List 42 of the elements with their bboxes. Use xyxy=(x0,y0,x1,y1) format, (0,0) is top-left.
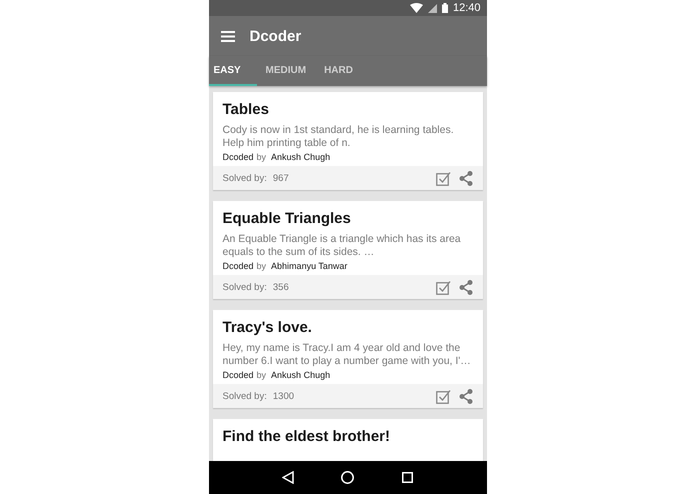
solved-count: 356 xyxy=(272,282,290,292)
dcoded-label: Dcoded xyxy=(222,152,254,162)
wifi-icon xyxy=(410,3,423,13)
by-label: by xyxy=(256,370,266,380)
status-time: 12:40 xyxy=(452,2,480,14)
tab[interactable]: EASY xyxy=(208,56,256,86)
checkbox-icon[interactable] xyxy=(436,280,450,294)
problem-description: An Equable Triangle is a triangle which has its area equals to the sum of its sides. … xyxy=(222,233,462,259)
recents-icon[interactable] xyxy=(402,472,413,483)
author-name: Abhimanyu Tanwar xyxy=(271,261,348,271)
by-label: by xyxy=(256,261,266,271)
share-icon[interactable] xyxy=(458,388,472,404)
problem-card[interactable]: Find the eldest brother! xyxy=(212,419,482,461)
solved-label: Solved by: xyxy=(222,282,267,292)
problem-title: Equable Triangles xyxy=(222,209,352,229)
share-icon[interactable] xyxy=(458,280,472,294)
back-icon[interactable] xyxy=(282,471,294,484)
problem-card[interactable]: Equable Triangles An Equable Triangle is a triangle which has its area equals to the sum of its sides. … Dcoded by Abhimanyu Tanwar Solved by: 356 xyxy=(212,201,482,299)
checkbox-icon[interactable] xyxy=(436,388,450,404)
solved-count: 967 xyxy=(272,172,290,184)
home-icon[interactable] xyxy=(341,471,354,484)
by-label: by xyxy=(256,152,266,162)
checkbox-icon[interactable] xyxy=(436,170,450,186)
problem-title: Tracy's love. xyxy=(222,318,313,338)
app-title: Dcoder xyxy=(250,28,302,44)
battery-icon xyxy=(442,3,448,13)
menu-icon[interactable] xyxy=(220,30,234,42)
share-icon[interactable] xyxy=(458,170,472,186)
problem-card[interactable]: Tables Cody is now in 1st standard, he is learning tables. Help him printing table of n. Dcoded by Ankush Chugh Solved by: 967 xyxy=(212,92,482,190)
dcoded-label: Dcoded xyxy=(222,261,254,271)
problem-title: Find the eldest brother! xyxy=(222,427,392,447)
author-name: Ankush Chugh xyxy=(271,152,330,162)
solved-count: 1300 xyxy=(272,390,296,402)
dcoded-label: Dcoded xyxy=(222,370,254,380)
problem-card[interactable]: Tracy's love. Hey, my name is Tracy.I am 4 year old and love the number 6.I want to play a number game with you, I'… Dcoded by Ankush Chugh Solved by: 1300 xyxy=(212,310,482,408)
problem-description: Cody is now in 1st standard, he is learning tables. Help him printing table of n. xyxy=(222,124,455,150)
problem-title: Tables xyxy=(222,100,270,120)
solved-label: Solved by: xyxy=(222,390,267,402)
problem-description: Hey, my name is Tracy.I am 4 year old and love the number 6.I want to play a number game with you, I'… xyxy=(222,342,472,368)
solved-label: Solved by: xyxy=(222,172,267,184)
author-name: Ankush Chugh xyxy=(271,370,330,380)
signal-icon xyxy=(428,4,437,12)
